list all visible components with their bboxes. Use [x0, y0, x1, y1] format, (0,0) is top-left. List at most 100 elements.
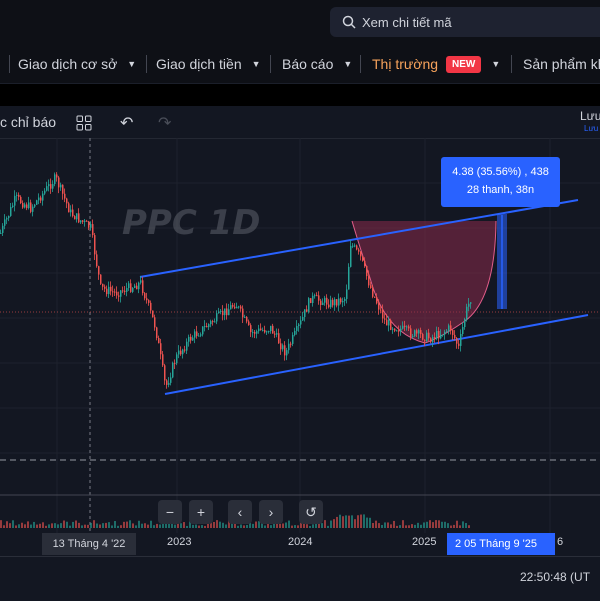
candle-body: [118, 295, 120, 297]
candle-body: [228, 309, 230, 316]
zoom-out-button[interactable]: −: [158, 500, 182, 524]
candle-body: [128, 283, 130, 289]
candle-body: [432, 337, 434, 343]
candle-body: [388, 320, 390, 326]
candle-body: [60, 184, 62, 188]
candle-body: [324, 297, 326, 303]
candle-body: [334, 299, 336, 306]
candle-body: [328, 304, 330, 308]
zoom-in-button[interactable]: +: [189, 500, 213, 524]
candle-body: [312, 295, 314, 303]
nav-item-bao-cao[interactable]: Báo cáo ▼: [282, 45, 352, 83]
scroll-left-button[interactable]: ‹: [228, 500, 252, 524]
candle-body: [270, 325, 272, 332]
candle-body: [310, 298, 312, 303]
candle-body: [470, 302, 472, 304]
volume-bar: [138, 520, 140, 528]
candle-body: [358, 249, 360, 252]
measure-tooltip: 4.38 (35.56%) , 438 28 thanh, 38n: [441, 157, 560, 207]
volume-bar: [339, 514, 341, 528]
scroll-right-button[interactable]: ›: [259, 500, 283, 524]
candle-body: [32, 206, 34, 212]
candle-body: [160, 343, 162, 355]
candle-body: [224, 308, 226, 316]
nav-item-san-pham[interactable]: Sản phẩm kh: [523, 45, 600, 83]
candle-body: [246, 316, 248, 322]
undo-icon[interactable]: ↶: [120, 113, 133, 133]
nav-item-giao-dich-tien[interactable]: Giao dịch tiền ▼: [156, 45, 261, 83]
time-tick: 2023: [167, 536, 192, 548]
candle-body: [448, 325, 450, 331]
candle-body: [254, 332, 256, 334]
candle-body: [68, 203, 70, 213]
candle-body: [42, 193, 44, 201]
volume-bar: [0, 520, 2, 528]
candle-body: [122, 290, 124, 292]
candle-body: [130, 283, 132, 292]
redo-icon[interactable]: ↷: [158, 113, 171, 133]
candle-body: [450, 325, 452, 331]
candle-body: [184, 349, 186, 351]
candle-body: [458, 343, 460, 346]
search-box[interactable]: Xem chi tiết mã: [330, 7, 600, 37]
nav-item-giao-dich-co-so[interactable]: Giao dịch cơ sở ▼: [18, 45, 136, 83]
volume-bar: [366, 517, 368, 528]
save-label[interactable]: Lưu: [580, 109, 600, 123]
candle-body: [336, 299, 338, 306]
measure-line-2: 28 thanh, 38n: [466, 184, 535, 196]
candle-body: [94, 235, 96, 255]
candle-body: [370, 285, 372, 289]
volume-bar: [330, 520, 332, 528]
candle-body: [64, 193, 66, 199]
candle-body: [332, 299, 334, 306]
volume-bar: [354, 519, 356, 528]
candle-body: [214, 321, 216, 323]
volume-bar: [402, 520, 404, 528]
candle-body: [76, 213, 78, 220]
candle-body: [52, 184, 54, 189]
candle-body: [426, 332, 428, 342]
caret-down-icon: ▼: [491, 59, 501, 69]
candle-body: [394, 328, 396, 331]
candle-body: [212, 321, 214, 323]
nav-label: Giao dịch cơ sở: [18, 56, 118, 72]
candle-body: [446, 330, 448, 332]
candle-body: [152, 310, 154, 318]
layout-grid-icon[interactable]: [76, 115, 92, 136]
volume-bar: [342, 516, 344, 528]
candle-body: [168, 382, 170, 385]
candle-body: [398, 330, 400, 332]
candle-body: [106, 288, 108, 295]
candle-body: [176, 354, 178, 364]
volume-bar: [6, 521, 8, 528]
volume-bar: [357, 515, 359, 528]
footer-bar: 22:50:48 (UT: [0, 556, 600, 601]
candle-body: [284, 345, 286, 356]
candle-body: [298, 324, 300, 327]
candle-body: [22, 203, 24, 208]
candle-body: [444, 331, 446, 335]
candle-body: [82, 220, 84, 222]
candle-body: [434, 337, 436, 339]
reset-chart-button[interactable]: ↺: [299, 500, 323, 524]
measure-line-1: 4.38 (35.56%) , 438: [452, 166, 549, 178]
indicators-button[interactable]: c chỉ báo: [0, 114, 56, 130]
candle-body: [142, 280, 144, 294]
volume-bar: [462, 521, 464, 528]
candle-body: [26, 204, 28, 209]
candle-body: [164, 365, 166, 381]
candle-body: [436, 330, 438, 339]
candle-body: [376, 297, 378, 304]
candle-body: [422, 334, 424, 340]
nav-item-thi-truong[interactable]: Thị trường NEW ▼: [372, 45, 500, 83]
candle-body: [170, 377, 172, 383]
candle-body: [304, 309, 306, 317]
candle-body: [460, 333, 462, 346]
candle-body: [408, 326, 410, 329]
candle-body: [110, 286, 112, 292]
candle-body: [20, 196, 22, 204]
candle-body: [186, 341, 188, 351]
candle-body: [120, 290, 122, 297]
candle-body: [136, 285, 138, 290]
spacer: [0, 84, 600, 106]
